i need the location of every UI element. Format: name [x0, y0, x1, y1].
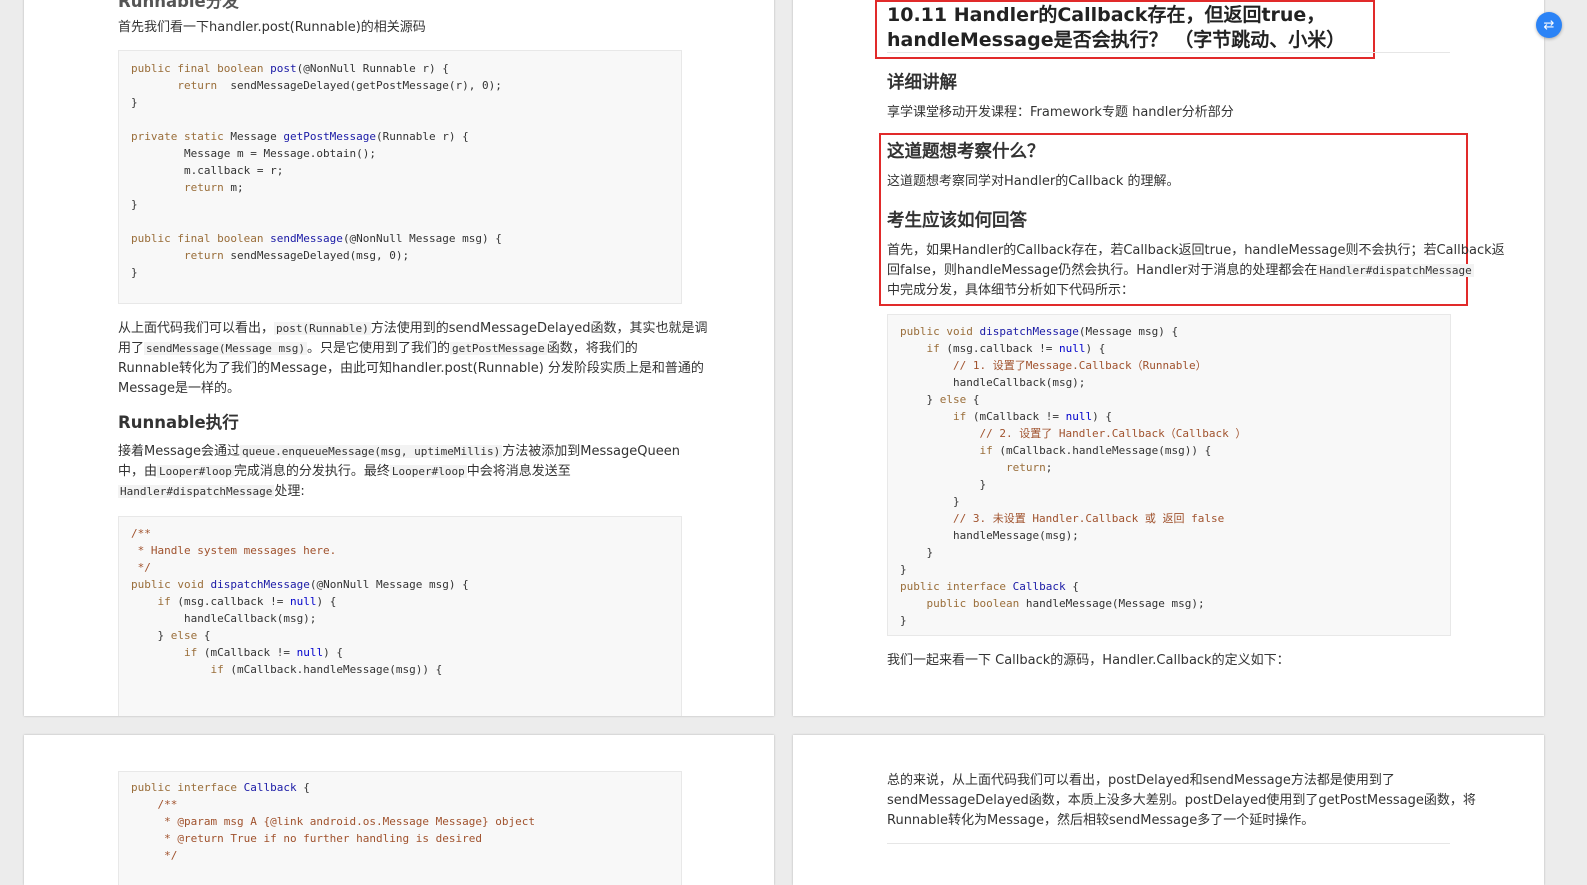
text-run: 处理:	[274, 484, 305, 499]
code-line: Message m = Message.obtain();	[131, 147, 377, 160]
code-line: if (mCallback.handleMessage(msg)) {	[979, 444, 1212, 457]
text-run: 从上面代码我们可以看出，	[118, 321, 275, 336]
code-block-callback-interface: public interface Callback { /** * @param…	[118, 771, 682, 885]
code-line: */	[131, 561, 151, 574]
code-line: public final boolean post(@NonNull Runna…	[131, 62, 449, 75]
code-block-dispatch-detail: public void dispatchMessage(Message msg)…	[887, 314, 1451, 636]
code-line: if (mCallback != null) {	[183, 646, 343, 659]
code-line: // 2. 设置了 Handler.Callback（Callback ）	[900, 427, 1247, 440]
inline-code: post(Runnable)	[274, 322, 371, 335]
code-line: }	[900, 614, 907, 627]
code-line: public interface Callback {	[131, 781, 310, 794]
summary-paragraph: 总的来说，从上面代码我们可以看出，postDelayed和sendMessage…	[887, 771, 1476, 831]
code-line: public boolean handleMessage(Message msg…	[926, 597, 1205, 610]
text-line: Runnable转化为Message，然后相较sendMessage多了一个延时…	[887, 813, 1315, 828]
code-line: // 3. 未设置 Handler.Callback 或 返回 false	[900, 512, 1225, 525]
code-line: if (msg.callback != null) {	[926, 342, 1106, 355]
code-line: }	[900, 563, 907, 576]
code-line: */	[131, 849, 178, 862]
code-line: }	[131, 266, 138, 279]
title-divider	[887, 52, 1450, 53]
code-line: /**	[131, 527, 151, 540]
code-line: m.callback = r;	[131, 164, 284, 177]
text-run: 中会将消息发送至	[466, 464, 571, 479]
section-divider	[887, 843, 1450, 844]
document-page-1: Runnable分发 首先我们看一下handler.post(Runnable)…	[24, 0, 774, 716]
inline-code: getPostMessage	[449, 342, 547, 355]
text-run: 用了	[118, 341, 145, 356]
code-line: private static Message getPostMessage(Ru…	[131, 130, 469, 143]
callback-intro-text: 我们一起来看一下 Callback的源码，Handler.Callback的定义…	[887, 653, 1290, 668]
text-run: 中，由	[118, 464, 158, 479]
code-line: * @return True if no further handling is…	[131, 832, 482, 845]
heading-detail: 详细讲解	[887, 73, 957, 93]
code-line: public void dispatchMessage(@NonNull Mes…	[131, 578, 469, 591]
code-line: return;	[1005, 461, 1053, 474]
code-line: * @param msg A {@link android.os.Message…	[131, 815, 535, 828]
code-block-dispatch-message: /** * Handle system messages here. */ pu…	[118, 516, 682, 716]
code-line: handleMessage(msg);	[900, 529, 1079, 542]
code-line: public final boolean sendMessage(@NonNul…	[131, 232, 502, 245]
code-line: if (mCallback.handleMessage(msg)) {	[210, 663, 443, 676]
text-run: 完成消息的分发执行。最终	[233, 464, 390, 479]
paragraph-post-analysis: 从上面代码我们可以看出， post(Runnable) 方法使用到的sendMess…	[118, 319, 708, 399]
text-run: 。只是它使用到了我们的	[306, 341, 450, 356]
code-block-post: public final boolean post(@NonNull Runna…	[118, 50, 682, 304]
question-intent-text: 这道题想考察同学对Handler的Callback 的理解。	[887, 174, 1180, 189]
code-line: return m;	[183, 181, 244, 194]
code-line: }	[131, 96, 138, 109]
code-line: } else {	[131, 629, 211, 642]
translate-icon: ⇄	[1543, 17, 1555, 33]
detail-text: 享学课堂移动开发课程：Framework专题 handler分析部分	[887, 105, 1234, 120]
text-line: sendMessageDelayed函数，本质上没多大差别。postDelaye…	[887, 793, 1476, 808]
document-page-4: 总的来说，从上面代码我们可以看出，postDelayed和sendMessage…	[793, 735, 1544, 885]
code-line: if (mCallback != null) {	[952, 410, 1112, 423]
document-page-2: 10.11 Handler的Callback存在，但返回true， handle…	[793, 0, 1544, 716]
text-run: 方法被添加到MessageQueen	[502, 444, 680, 459]
inline-code: Looper#loop	[157, 465, 234, 478]
code-line: * Handle system messages here.	[131, 544, 337, 557]
translate-button[interactable]: ⇄	[1536, 12, 1562, 38]
inline-code: Looper#loop	[389, 465, 467, 478]
text-line: 首先，如果Handler的Callback存在，若Callback返回true，…	[887, 243, 1505, 258]
code-line: // 1. 设置了Message.Callback（Runnable）	[900, 359, 1207, 372]
paragraph-runnable-exec: 接着Message会通过 queue.enqueueMessage(msg, up…	[118, 442, 688, 502]
code-line: }	[900, 546, 934, 559]
code-line: return sendMessageDelayed(getPostMessage…	[177, 79, 502, 92]
answer-paragraph: 首先，如果Handler的Callback存在，若Callback返回true，…	[887, 241, 1505, 301]
code-line: }	[900, 495, 960, 508]
code-line: if (msg.callback != null) {	[157, 595, 337, 608]
code-line: } else {	[900, 393, 980, 406]
code-line: handleCallback(msg);	[131, 612, 317, 625]
section-heading-runnable-dispatch: Runnable分发	[118, 0, 239, 11]
inline-code: sendMessage(Message msg)	[144, 342, 307, 355]
code-line: public interface Callback {	[900, 580, 1079, 593]
text-line: 中完成分发，具体细节分析如下代码所示：	[887, 283, 1135, 298]
code-line: }	[131, 198, 138, 211]
inline-code: Handler#dispatchMessage	[118, 485, 275, 498]
text-run: 回false，则handleMessage仍然会执行。Handler对于消息的处…	[887, 263, 1318, 278]
text-line: Runnable转化为了我们的Message，由此可知handler.post(…	[118, 361, 704, 376]
text-run: 函数，将我们的	[546, 341, 638, 356]
code-line: return sendMessageDelayed(msg, 0);	[183, 249, 410, 262]
section-heading-runnable-exec: Runnable执行	[118, 413, 239, 432]
code-line: }	[900, 478, 987, 491]
heading-question-intent: 这道题想考察什么？	[887, 142, 1045, 162]
code-line: /**	[131, 798, 178, 811]
inline-code: queue.enqueueMessage(msg, uptimeMillis)	[239, 445, 503, 458]
heading-how-to-answer: 考生应该如何回答	[887, 211, 1027, 231]
inline-code: Handler#dispatchMessage	[1317, 264, 1474, 277]
intro-text: 首先我们看一下handler.post(Runnable)的相关源码	[118, 20, 426, 35]
text-line: 总的来说，从上面代码我们可以看出，postDelayed和sendMessage…	[887, 773, 1395, 788]
title-highlight-box	[875, 0, 1375, 59]
text-line: Message是一样的。	[118, 381, 240, 396]
code-line: public void dispatchMessage(Message msg)…	[900, 325, 1179, 338]
code-line: handleCallback(msg);	[900, 376, 1086, 389]
document-page-3: public interface Callback { /** * @param…	[24, 735, 774, 885]
text-run: 方法使用到的sendMessageDelayed函数，其实也就是调	[370, 321, 708, 336]
text-run: 接着Message会通过	[118, 444, 240, 459]
